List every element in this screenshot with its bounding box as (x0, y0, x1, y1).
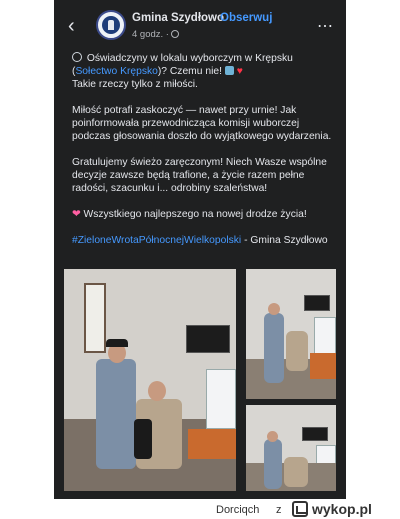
photo-main[interactable] (64, 269, 236, 491)
wykop-mark-icon (292, 501, 308, 517)
tv-screen (186, 325, 230, 353)
photo-top-right[interactable] (246, 269, 336, 399)
kneeling-woman (286, 331, 308, 371)
black-handbag (134, 419, 152, 459)
more-dots-icon[interactable]: ⋯ (317, 16, 334, 36)
standing-man (264, 313, 284, 383)
avatar[interactable] (96, 10, 126, 40)
ring-icon (72, 52, 82, 62)
voting-board (314, 317, 336, 357)
photo-bottom-right[interactable] (246, 405, 336, 491)
paragraph-2: Miłość potrafi zaskoczyć — nawet przy ur… (72, 105, 332, 142)
footer-author[interactable]: Dorciqch (216, 504, 259, 516)
paragraph-4-text: Wszystkiego najlepszego na nowej drodze … (80, 209, 307, 220)
globe-icon (170, 30, 179, 38)
kneeling-woman (284, 457, 308, 487)
heart-icon: ♥ (236, 66, 243, 77)
hashtag-tail: - Gmina Szydłowo (241, 235, 328, 246)
paragraph-1-question: )? Czemu nie! (157, 66, 225, 77)
black-cap (106, 339, 128, 347)
solectwo-link[interactable]: Sołectwo Krępsko (75, 66, 157, 77)
paragraph-5: #ZieloneWrotaPółnocnejWielkopolski - Gmi… (72, 234, 336, 247)
coat-of-arms-icon (102, 16, 120, 34)
paragraph-3: Gratulujemy świeżo zaręczonym! Niech Was… (72, 157, 327, 194)
ballot-box-icon (224, 66, 234, 75)
chevron-left-icon[interactable]: ‹ (68, 16, 82, 36)
window (84, 283, 106, 353)
header-separator: · (210, 12, 214, 24)
post-header: ‹ Gmina Szydłowo · Obserwuj 4 godz. · ⋯ (54, 10, 346, 46)
orange-table (310, 353, 336, 379)
paragraph-4: ❤ Wszystkiego najlepszego na nowej drodz… (72, 208, 336, 221)
post-time: 4 godz. · (132, 29, 179, 40)
standing-man-head (268, 303, 280, 315)
wykop-wordmark: wykop.pl (312, 501, 372, 517)
standing-man-head (267, 431, 278, 442)
paragraph-1-closing: Takie rzeczy tylko z miłości. (72, 79, 198, 90)
post-time-text: 4 godz. · (132, 29, 169, 40)
tv-screen (302, 427, 328, 441)
standing-man (96, 359, 136, 469)
paragraph-1: Oświadczyny w lokalu wyborczym w Krępsku… (72, 52, 336, 91)
follow-button[interactable]: Obserwuj (220, 12, 272, 24)
voting-board (206, 369, 236, 429)
post-text: Oświadczyny w lokalu wyborczym w Krępsku… (72, 52, 336, 247)
facebook-post-card: ‹ Gmina Szydłowo · Obserwuj 4 godz. · ⋯ … (54, 0, 346, 499)
tv-screen (304, 295, 330, 311)
orange-table (188, 429, 236, 459)
kneeling-woman-head (148, 381, 166, 401)
wykop-logo[interactable]: wykop.pl (292, 500, 396, 518)
footer-separator: z (276, 504, 282, 516)
photo-grid (64, 269, 336, 491)
standing-man (264, 439, 282, 489)
hashtag-link[interactable]: #ZieloneWrotaPółnocnejWielkopolski (72, 235, 241, 246)
hearts-icon: ❤ (72, 209, 81, 220)
